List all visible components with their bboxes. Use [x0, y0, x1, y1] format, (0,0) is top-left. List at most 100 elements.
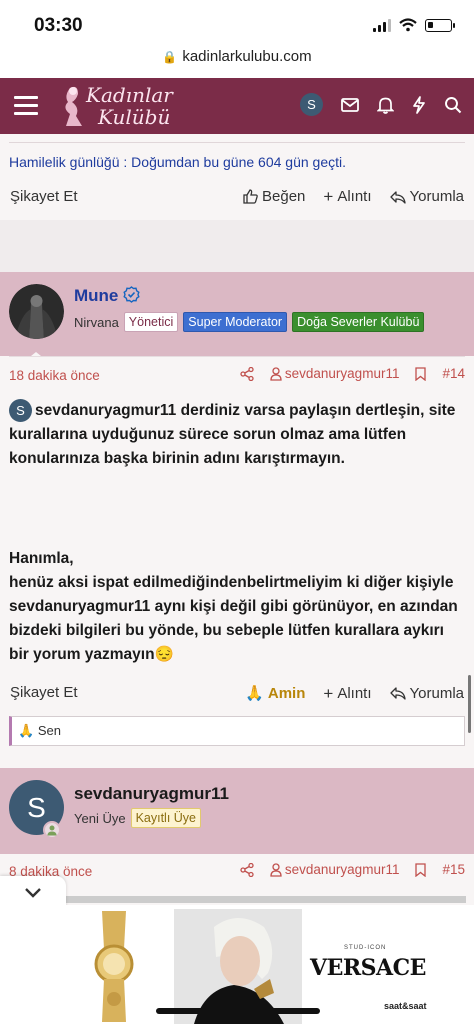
author-name[interactable]: Mune	[74, 286, 140, 306]
post-text-1: Ssevdanuryagmur11 derdiniz varsa paylaşı…	[9, 399, 464, 471]
post-14-author-band: Mune Nirvana Yönetici Super Moderator Do…	[0, 272, 474, 360]
model-image	[174, 909, 302, 1024]
user-title: Nirvana	[74, 314, 119, 330]
loading-bar	[62, 896, 466, 903]
author-roles: Yeni Üye Kayıtlı Üye	[74, 808, 201, 828]
user-title: Yeni Üye	[74, 810, 126, 826]
messages-icon[interactable]	[341, 97, 359, 112]
user-icon	[270, 862, 282, 877]
advertisement[interactable]: STUD-ICON VERSACE saat&saat	[0, 905, 474, 1024]
chevron-down-icon	[25, 888, 41, 898]
brand-small: STUD-ICON	[344, 945, 387, 951]
signature-text[interactable]: Hamilelik günlüğü : Doğumdan bu güne 604…	[9, 154, 346, 170]
badge-member: Kayıtlı Üye	[130, 808, 201, 828]
quote-label: Alıntı	[337, 188, 372, 205]
quote-button[interactable]: + Alıntı	[323, 188, 371, 205]
brand-name: VERSACE	[310, 955, 426, 981]
divider	[9, 142, 465, 143]
retailer-name: saat&saat	[384, 1001, 427, 1011]
verified-icon	[123, 286, 140, 303]
url-bar[interactable]: 🔒 kadinlarkulubu.com	[0, 48, 474, 78]
user-avatar-button[interactable]: S	[300, 93, 323, 116]
bookmark-icon[interactable]	[415, 366, 427, 381]
post-text-2: Hanımla,	[9, 550, 74, 567]
thumbs-up-icon	[243, 189, 258, 204]
reactions-bar[interactable]: 🙏 Sen	[9, 716, 465, 746]
mention-link[interactable]: sevdanuryagmur11	[270, 366, 400, 381]
online-status-icon	[43, 821, 61, 839]
post-meta: 18 dakika önce sevdanuryagmur11 #14	[0, 366, 474, 386]
like-button[interactable]: Beğen	[243, 188, 305, 205]
react-button[interactable]: 🙏 Amin	[245, 684, 306, 703]
site-logo[interactable]: Kadınlar Kulübü	[56, 82, 176, 130]
author-name[interactable]: sevdanuryagmur11	[74, 784, 229, 804]
post-15-author-band: S sevdanuryagmur11 Yeni Üye Kayıtlı Üye	[0, 768, 474, 854]
post-14: 18 dakika önce sevdanuryagmur11 #14 Ssev…	[0, 356, 474, 768]
logo-line2: Kulübü	[98, 105, 171, 129]
status-icons	[373, 18, 455, 32]
reply-label: Yorumla	[409, 188, 464, 205]
ad-banner[interactable]: STUD-ICON VERSACE saat&saat	[54, 909, 427, 1024]
status-bar: 03:30	[0, 0, 474, 48]
post-actions: Şikayet Et Beğen + Alıntı Yorumla	[0, 186, 474, 210]
lock-icon: 🔒	[162, 50, 178, 64]
menu-icon[interactable]	[14, 96, 38, 116]
home-indicator[interactable]	[156, 1008, 320, 1014]
mention-text: sevdanuryagmur11	[284, 862, 400, 877]
reply-button[interactable]: Yorumla	[389, 684, 464, 702]
divider	[9, 356, 465, 357]
status-time: 03:30	[34, 15, 83, 36]
author-roles: Nirvana Yönetici Super Moderator Doğa Se…	[74, 312, 425, 332]
wifi-icon	[399, 18, 417, 32]
post-time[interactable]: 18 dakika önce	[9, 368, 100, 383]
battery-icon	[425, 18, 455, 32]
post-text-3: henüz aksi ispat edilmediğindenbelirtmel…	[9, 571, 464, 667]
post-meta: 8 dakika önce sevdanuryagmur11 #15	[0, 862, 474, 882]
badge-supermod: Super Moderator	[183, 312, 288, 332]
like-label: Beğen	[262, 188, 306, 205]
avatar[interactable]	[9, 284, 64, 339]
post-actions: Şikayet Et 🙏 Amin + Alıntı Yorumla	[0, 682, 474, 706]
mention-text: sevdanuryagmur11	[284, 366, 400, 381]
share-icon[interactable]	[240, 366, 254, 381]
report-button[interactable]: Şikayet Et	[10, 684, 78, 701]
watch-image	[54, 909, 174, 1024]
previous-post: Hamilelik günlüğü : Doğumdan bu güne 604…	[0, 134, 474, 220]
post-separator	[0, 220, 474, 272]
reply-button[interactable]: Yorumla	[389, 188, 464, 205]
reply-icon	[389, 687, 406, 700]
reaction-user[interactable]: Sen	[38, 723, 61, 738]
bookmark-icon[interactable]	[415, 862, 427, 877]
bell-icon[interactable]	[377, 96, 394, 114]
logo-line1: Kadınlar	[86, 83, 173, 107]
signal-icon	[373, 18, 391, 32]
report-button[interactable]: Şikayet Et	[10, 188, 78, 205]
site-header: Kadınlar Kulübü S	[0, 78, 474, 134]
post-15: 8 dakika önce sevdanuryagmur11 #15	[0, 854, 474, 906]
post-number[interactable]: #14	[442, 366, 465, 381]
pensive-emoji-icon: 😔	[154, 646, 174, 663]
paragraph-3: henüz aksi ispat edilmediğindenbelirtmel…	[9, 574, 458, 663]
quote-button[interactable]: + Alıntı	[323, 685, 371, 702]
share-icon[interactable]	[240, 862, 254, 877]
react-label: Amin	[267, 684, 306, 702]
quote-label: Alıntı	[337, 684, 372, 702]
plus-icon: +	[323, 683, 334, 703]
brand-panel: STUD-ICON VERSACE saat&saat	[304, 909, 427, 1024]
mention-avatar: S	[9, 399, 32, 423]
search-icon[interactable]	[444, 96, 462, 114]
badge-admin: Yönetici	[123, 312, 179, 332]
post-number[interactable]: #15	[442, 862, 465, 877]
badge-club: Doğa Severler Kulübü	[292, 312, 425, 332]
reply-label: Yorumla	[409, 684, 464, 702]
pray-icon: 🙏	[245, 685, 264, 702]
inline-mention[interactable]: sevdanuryagmur11	[35, 402, 176, 419]
user-icon	[270, 366, 282, 381]
url-text: kadinlarkulubu.com	[182, 48, 312, 65]
reply-icon	[389, 190, 406, 204]
plus-icon: +	[323, 187, 334, 206]
pray-icon: 🙏	[18, 723, 35, 738]
bolt-icon[interactable]	[412, 95, 426, 114]
scrollbar[interactable]	[468, 675, 471, 733]
mention-link[interactable]: sevdanuryagmur11	[270, 862, 400, 877]
